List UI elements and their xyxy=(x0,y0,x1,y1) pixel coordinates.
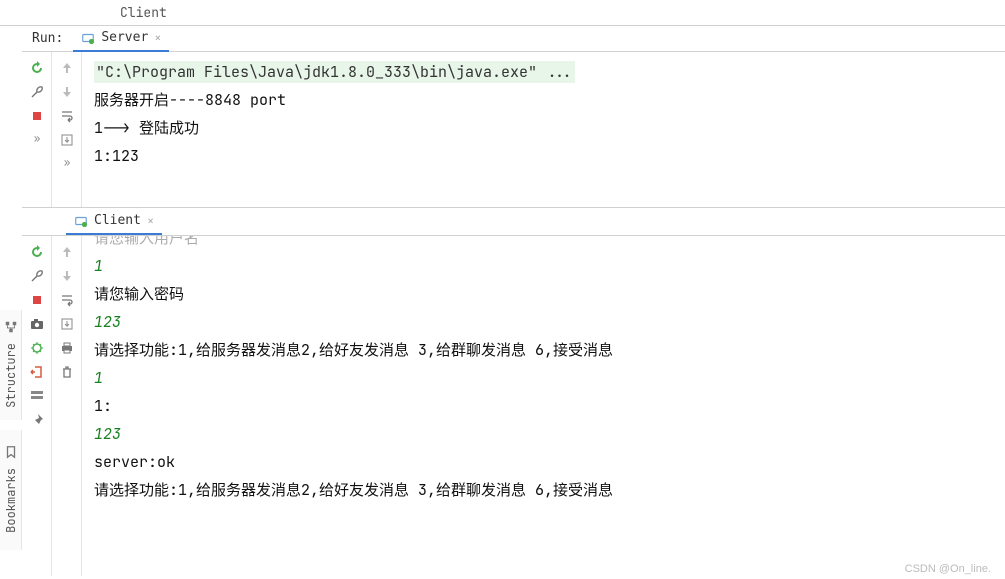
editor-tabs-row: Client xyxy=(0,0,1005,26)
run-config-icon xyxy=(74,214,88,228)
up-arrow-icon[interactable] xyxy=(59,244,75,260)
server-actions-col2: » xyxy=(52,52,82,207)
client-actions-col2 xyxy=(52,236,82,576)
print-icon[interactable] xyxy=(59,340,75,356)
run-tab-label: Client xyxy=(94,213,141,228)
console-line: 请您输入密码 xyxy=(94,280,993,308)
bookmark-icon xyxy=(4,445,18,459)
server-console[interactable]: "C:\Program Files\Java\jdk1.8.0_333\bin\… xyxy=(82,52,1005,207)
run-toolbar: Run: Server × xyxy=(22,26,1005,52)
exit-icon[interactable] xyxy=(29,364,45,380)
console-line: 1:123 xyxy=(94,142,993,170)
console-input: 123 xyxy=(94,420,993,448)
client-run-panel: 请您输入用户名 1 请您输入密码 123 请选择功能:1,给服务器发消息2,给好… xyxy=(22,236,1005,576)
console-line: server:ok xyxy=(94,448,993,476)
run-label: Run: xyxy=(22,31,73,46)
structure-icon xyxy=(4,320,18,334)
down-arrow-icon[interactable] xyxy=(59,84,75,100)
wrench-icon[interactable] xyxy=(29,268,45,284)
soft-wrap-icon[interactable] xyxy=(59,108,75,124)
debug-icon[interactable] xyxy=(29,340,45,356)
sidebar-tab-bookmarks[interactable]: Bookmarks xyxy=(0,430,22,550)
rerun-icon[interactable] xyxy=(29,244,45,260)
console-line: 请选择功能:1,给服务器发消息2,给好友发消息 3,给群聊发消息 6,接受消息 xyxy=(94,476,993,504)
client-actions-col1 xyxy=(22,236,52,576)
console-line: 请您输入用户名 xyxy=(94,236,993,252)
console-line: 登陆成功 xyxy=(130,118,199,138)
stop-icon[interactable] xyxy=(29,108,45,124)
console-line: 服务器开启----8848 port xyxy=(94,86,993,114)
trash-icon[interactable] xyxy=(59,364,75,380)
run-config-icon xyxy=(81,31,95,45)
layout-icon[interactable] xyxy=(29,388,45,404)
camera-icon[interactable] xyxy=(29,316,45,332)
up-arrow-icon[interactable] xyxy=(59,60,75,76)
pin-icon[interactable] xyxy=(29,412,45,428)
scroll-to-end-icon[interactable] xyxy=(59,132,75,148)
command-line: "C:\Program Files\Java\jdk1.8.0_333\bin\… xyxy=(94,61,575,83)
watermark: CSDN @On_line. xyxy=(905,563,991,575)
run-tab-label: Server xyxy=(101,30,148,45)
stop-icon[interactable] xyxy=(29,292,45,308)
client-console[interactable]: 请您输入用户名 1 请您输入密码 123 请选择功能:1,给服务器发消息2,给好… xyxy=(82,236,1005,576)
sidebar-label: Bookmarks xyxy=(3,468,19,533)
run-tab-client[interactable]: Client × xyxy=(66,209,162,235)
scroll-to-end-icon[interactable] xyxy=(59,316,75,332)
server-actions-col1: » xyxy=(22,52,52,207)
console-input: 1 xyxy=(94,252,993,280)
editor-tab-client[interactable]: Client xyxy=(120,4,167,21)
console-line: 请选择功能:1,给服务器发消息2,给好友发消息 3,给群聊发消息 6,接受消息 xyxy=(94,336,993,364)
server-run-panel: » » "C:\Program Files\Java\jdk1.8.0_333\… xyxy=(22,52,1005,208)
console-line: 1--> xyxy=(94,118,130,138)
close-icon[interactable]: × xyxy=(147,213,154,229)
close-icon[interactable]: × xyxy=(154,30,161,46)
more-icon[interactable]: » xyxy=(64,156,70,170)
sidebar-label: Structure xyxy=(3,343,19,408)
console-input: 1 xyxy=(94,364,993,392)
sidebar-tab-structure[interactable]: Structure xyxy=(0,310,22,420)
rerun-icon[interactable] xyxy=(29,60,45,76)
run-tab-server[interactable]: Server × xyxy=(73,26,169,52)
more-icon[interactable]: » xyxy=(34,132,40,146)
client-tab-row: Client × xyxy=(22,208,1005,236)
console-line: 1: xyxy=(94,392,993,420)
down-arrow-icon[interactable] xyxy=(59,268,75,284)
wrench-icon[interactable] xyxy=(29,84,45,100)
console-input: 123 xyxy=(94,308,993,336)
soft-wrap-icon[interactable] xyxy=(59,292,75,308)
